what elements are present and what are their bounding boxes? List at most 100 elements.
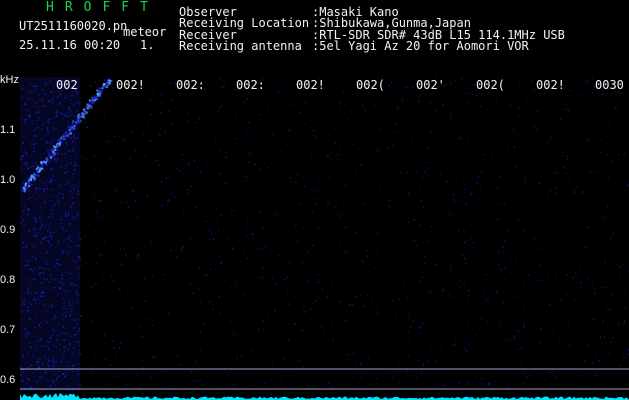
noise-dot [187,111,189,113]
noise-dot [73,165,76,167]
noise-dot [76,302,78,305]
noise-dot [197,288,200,291]
noise-dot [151,219,153,221]
noise-dot [159,252,162,254]
noise-dot [36,191,38,194]
noise-dot [555,192,557,194]
noise-dot [467,381,469,383]
noise-dot [26,98,28,100]
noise-dot [467,295,469,297]
noise-dot [60,112,62,114]
echo-dot [59,141,61,144]
noise-dot [376,148,378,151]
noise-dot [607,176,609,178]
noise-dot [21,88,23,90]
noise-dot [59,225,62,227]
noise-dot [339,106,341,108]
noise-dot [314,202,317,205]
noise-dot [146,121,149,124]
noise-dot [44,258,47,260]
noise-dot [547,273,549,276]
noise-dot [311,303,314,305]
noise-dot [580,281,582,284]
noise-dot [303,175,305,178]
noise-dot [35,142,38,145]
noise-dot [77,190,79,192]
noise-dot [65,183,68,185]
noise-dot [36,299,38,301]
noise-dot [460,286,462,289]
noise-dot [133,190,135,193]
noise-dot [64,375,66,378]
noise-dot [69,239,72,242]
noise-dot [222,86,224,88]
noise-dot [80,207,83,210]
noise-dot [246,257,249,260]
noise-dot [47,121,50,124]
noise-dot [460,78,463,80]
noise-dot [500,111,502,113]
noise-dot [29,279,32,282]
noise-dot [558,337,561,339]
noise-dot [36,207,39,209]
noise-dot [60,284,63,287]
noise-dot [33,246,36,248]
noise-dot [77,193,79,195]
noise-dot [151,356,153,359]
noise-dot [595,211,597,213]
noise-dot [220,214,222,217]
noise-dot [44,201,46,203]
noise-dot [51,278,54,281]
noise-dot [134,149,136,152]
echo-dot [32,179,35,182]
noise-dot [67,252,69,254]
noise-dot [72,133,75,136]
noise-dot [50,208,53,211]
noise-dot [313,190,315,192]
noise-dot [21,318,23,321]
noise-dot [510,257,512,260]
noise-dot [40,322,42,324]
noise-dot [118,135,121,138]
noise-dot [74,217,77,220]
noise-dot [298,380,300,383]
noise-dot [171,193,174,195]
noise-dot [584,360,586,362]
noise-dot [37,296,39,298]
noise-dot [596,374,598,376]
noise-dot [555,172,558,175]
noise-dot [536,137,539,139]
noise-dot [543,172,546,175]
noise-dot [75,110,77,113]
noise-dot [52,370,54,373]
noise-dot [386,372,388,375]
noise-dot [26,249,28,252]
noise-dot [144,154,147,157]
noise-dot [334,205,337,207]
noise-dot [36,119,38,121]
noise-dot [70,206,73,208]
noise-dot [75,362,77,365]
noise-dot [70,246,73,249]
noise-dot [274,310,276,312]
noise-dot [49,101,51,103]
noise-dot [62,352,65,355]
noise-dot [499,176,501,178]
noise-dot [513,146,516,148]
noise-dot [189,283,192,285]
noise-dot [44,225,47,227]
noise-dot [550,190,552,192]
noise-dot [65,312,67,314]
noise-dot [97,345,100,348]
noise-dot [72,371,74,373]
noise-dot [68,385,71,387]
noise-dot [317,274,320,276]
noise-dot [287,217,289,219]
noise-dot [49,232,52,234]
noise-dot [35,199,37,201]
noise-dot [117,269,120,271]
noise-dot [59,349,61,351]
noise-dot [497,218,499,220]
noise-dot [51,365,54,367]
noise-dot [259,210,261,213]
